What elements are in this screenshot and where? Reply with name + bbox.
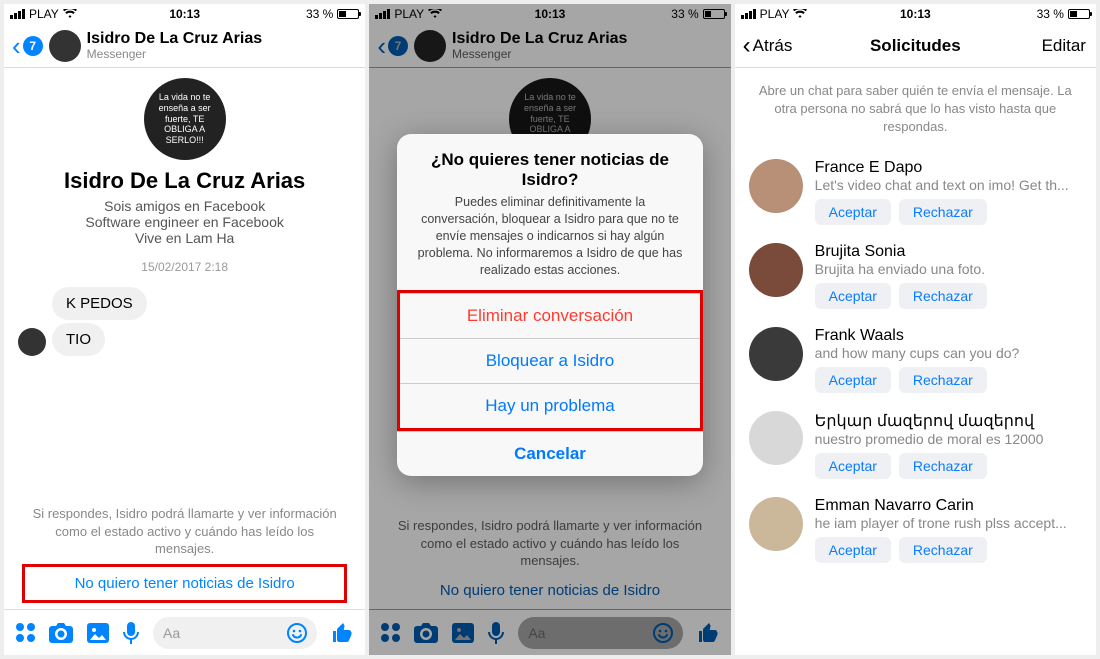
request-name: France E Dapo bbox=[815, 159, 1082, 177]
accept-button[interactable]: Aceptar bbox=[815, 537, 891, 563]
message-bubble[interactable]: K PEDOS bbox=[52, 287, 147, 320]
request-item[interactable]: Երկար մազերով մազերովnuestro promedio de… bbox=[735, 403, 1096, 489]
request-avatar[interactable] bbox=[749, 411, 803, 465]
request-name: Brujita Sonia bbox=[815, 243, 1082, 261]
request-preview: and how many cups can you do? bbox=[815, 345, 1082, 361]
accept-button[interactable]: Aceptar bbox=[815, 283, 891, 309]
alert-block-button[interactable]: Bloquear a Isidro bbox=[400, 338, 699, 383]
request-item[interactable]: Frank Waalsand how many cups can you do?… bbox=[735, 319, 1096, 403]
request-avatar[interactable] bbox=[749, 243, 803, 297]
alert-title: ¿No quieres tener noticias de Isidro? bbox=[397, 134, 702, 194]
request-list[interactable]: France E DapoLet's video chat and text o… bbox=[735, 151, 1096, 655]
like-icon[interactable] bbox=[331, 622, 353, 644]
status-bar: PLAY 10:13 33 % bbox=[4, 4, 365, 24]
message-input[interactable]: Aa bbox=[153, 617, 317, 649]
emoji-icon[interactable] bbox=[287, 623, 307, 643]
dont-want-link[interactable]: No quiero tener noticias de Isidro bbox=[22, 564, 347, 603]
back-icon[interactable]: ‹ bbox=[12, 33, 21, 59]
clock: 10:13 bbox=[4, 7, 365, 21]
request-preview: Brujita ha enviado una foto. bbox=[815, 261, 1082, 277]
alert-delete-button[interactable]: Eliminar conversación bbox=[400, 293, 699, 338]
header-contact-name[interactable]: Isidro De La Cruz Arias bbox=[87, 30, 262, 48]
profile-lives-line: Vive en Lam Ha bbox=[24, 230, 345, 246]
messages-area: K PEDOS TIO bbox=[4, 284, 365, 359]
battery-icon bbox=[1068, 9, 1090, 19]
reject-button[interactable]: Rechazar bbox=[899, 453, 987, 479]
request-name: Emman Navarro Carin bbox=[815, 497, 1082, 515]
request-preview: Let's video chat and text on imo! Get th… bbox=[815, 177, 1082, 193]
accept-button[interactable]: Aceptar bbox=[815, 453, 891, 479]
message-bubble[interactable]: TIO bbox=[52, 323, 105, 356]
requests-help-text: Abre un chat para saber quién te envía e… bbox=[735, 68, 1096, 151]
accept-button[interactable]: Aceptar bbox=[815, 199, 891, 225]
profile-card: La vida no te enseña a ser fuerte, TE OB… bbox=[4, 68, 365, 284]
reject-button[interactable]: Rechazar bbox=[899, 199, 987, 225]
requests-header: ‹ Atrás Solicitudes Editar bbox=[735, 24, 1096, 68]
profile-friends-line: Sois amigos en Facebook bbox=[24, 198, 345, 214]
chat-timestamp: 15/02/2017 2:18 bbox=[24, 260, 345, 274]
mic-icon[interactable] bbox=[123, 622, 139, 644]
request-item[interactable]: Brujita SoniaBrujita ha enviado una foto… bbox=[735, 235, 1096, 319]
message-row: K PEDOS bbox=[18, 287, 351, 320]
reject-button[interactable]: Rechazar bbox=[899, 283, 987, 309]
screen-2-alert: PLAY 10:13 33 % ‹ 7 Isidro De La Cruz Ar… bbox=[369, 4, 730, 655]
action-sheet: ¿No quieres tener noticias de Isidro? Pu… bbox=[397, 134, 702, 476]
request-item[interactable]: Emman Navarro Carinhe iam player of tron… bbox=[735, 489, 1096, 573]
request-item[interactable]: France E DapoLet's video chat and text o… bbox=[735, 151, 1096, 235]
input-placeholder: Aa bbox=[163, 625, 180, 641]
profile-avatar[interactable]: La vida no te enseña a ser fuerte, TE OB… bbox=[144, 78, 226, 160]
request-preview: nuestro promedio de moral es 12000 bbox=[815, 431, 1082, 447]
chat-header: ‹ 7 Isidro De La Cruz Arias Messenger bbox=[4, 24, 365, 68]
alert-report-button[interactable]: Hay un problema bbox=[400, 383, 699, 428]
request-name: Երկար մազերով մազերով bbox=[815, 411, 1082, 431]
alert-cancel-button[interactable]: Cancelar bbox=[397, 431, 702, 476]
apps-icon[interactable] bbox=[16, 623, 35, 642]
profile-name: Isidro De La Cruz Arias bbox=[24, 168, 345, 194]
unread-badge[interactable]: 7 bbox=[23, 36, 43, 56]
request-avatar[interactable] bbox=[749, 159, 803, 213]
battery-icon bbox=[337, 9, 359, 19]
gallery-icon[interactable] bbox=[87, 623, 109, 643]
screen-3-requests: PLAY 10:13 33 % ‹ Atrás Solicitudes Edit… bbox=[735, 4, 1096, 655]
request-avatar[interactable] bbox=[749, 327, 803, 381]
message-row: TIO bbox=[18, 323, 351, 356]
camera-icon[interactable] bbox=[49, 623, 73, 643]
clock: 10:13 bbox=[735, 7, 1096, 21]
request-avatar[interactable] bbox=[749, 497, 803, 551]
privacy-warning: Si respondes, Isidro podrá llamarte y ve… bbox=[4, 497, 365, 564]
header-avatar[interactable] bbox=[49, 30, 81, 62]
accept-button[interactable]: Aceptar bbox=[815, 367, 891, 393]
message-avatar[interactable] bbox=[18, 328, 46, 356]
reject-button[interactable]: Rechazar bbox=[899, 367, 987, 393]
request-preview: he iam player of trone rush plss accept.… bbox=[815, 515, 1082, 531]
composer-bar: Aa bbox=[4, 609, 365, 655]
edit-button[interactable]: Editar bbox=[1042, 36, 1086, 56]
screen-1-chat: PLAY 10:13 33 % ‹ 7 Isidro De La Cruz Ar… bbox=[4, 4, 365, 655]
profile-job-line: Software engineer en Facebook bbox=[24, 214, 345, 230]
reject-button[interactable]: Rechazar bbox=[899, 537, 987, 563]
header-app-label: Messenger bbox=[87, 48, 262, 61]
status-bar: PLAY 10:13 33 % bbox=[735, 4, 1096, 24]
alert-message: Puedes eliminar definitivamente la conve… bbox=[397, 194, 702, 290]
request-name: Frank Waals bbox=[815, 327, 1082, 345]
